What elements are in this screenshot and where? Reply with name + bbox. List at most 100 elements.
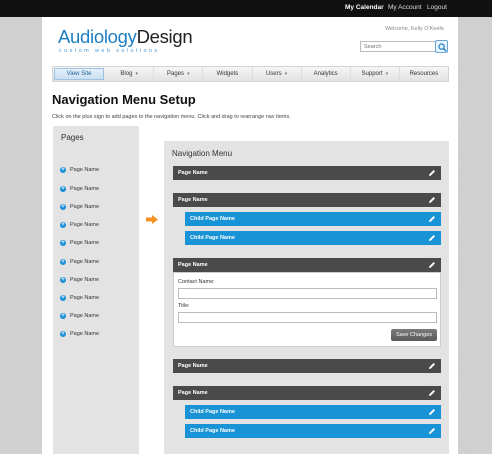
logo[interactable]: AudiologyDesign [58,26,193,47]
nav-menu-item[interactable]: Page Name [173,258,441,272]
nav-menu-item-label: Page Name [178,170,208,176]
nav-item-label: Users [265,71,282,77]
page-list-item: + Page Name [60,275,99,285]
chevron-down-icon: ▾ [385,71,389,77]
page-list-item-label: Page Name [70,331,100,337]
add-page-icon[interactable]: + [60,277,66,283]
add-page-icon[interactable]: + [60,240,66,246]
nav-menu-item-label: Page Name [178,262,208,268]
page-list-item: + Page Name [60,184,99,194]
my-calendar-link[interactable]: My Calendar [345,4,384,11]
page-list-item-label: Page Name [70,259,100,265]
page-list-item-label: Page Name [70,277,100,283]
page-list-item: + Page Name [60,165,99,175]
nav-item-label: Pages [167,71,185,77]
nav-item-pages[interactable]: Pages ▾ [154,67,204,81]
pencil-icon[interactable] [428,261,436,269]
page-list-item: + Page Name [60,202,99,212]
nav-item-label: Resources [409,71,439,77]
pencil-icon[interactable] [428,234,436,242]
add-page-icon[interactable]: + [60,222,66,228]
nav-menu-item-label: Child Page Name [190,409,235,415]
logo-part-1: Audiology [58,26,137,47]
page-list-item-label: Page Name [70,204,100,210]
page-list-item-label: Page Name [70,222,100,228]
pencil-icon[interactable] [428,362,436,370]
chevron-down-icon: ▾ [135,71,138,77]
add-page-icon[interactable]: + [60,167,66,173]
contact-name-input[interactable] [178,288,437,299]
nav-item-edit-form: Contact Name: Title: Save Changes [173,272,441,347]
nav-item-label: Widgets [216,71,239,77]
nav-item-resources[interactable]: Resources [400,67,448,81]
nav-item-analytics[interactable]: Analytics [302,67,351,81]
nav-child-item[interactable]: Child Page Name [185,231,441,245]
pencil-icon[interactable] [428,215,436,223]
page-list-item-label: Page Name [70,186,100,192]
page-list-item-label: Page Name [70,240,100,246]
nav-menu-item-label: Child Page Name [190,235,235,241]
top-bar: My Calendar My Account Logout [0,0,492,17]
add-page-icon[interactable]: + [60,204,66,210]
nav-item-users[interactable]: Users ▾ [253,67,302,81]
chevron-down-icon: ▾ [284,71,288,77]
search-icon [438,43,447,52]
search-input[interactable] [360,41,436,52]
page-title: Navigation Menu Setup [52,92,196,107]
add-page-icon[interactable]: + [60,331,66,337]
page-list-item: + Page Name [60,238,99,248]
nav-item-label: View Site [66,71,92,77]
pencil-icon[interactable] [428,196,436,204]
page-list-item-label: Page Name [70,295,100,301]
pencil-icon[interactable] [428,408,436,416]
add-page-icon[interactable]: + [60,295,66,301]
chevron-down-icon: ▾ [187,71,190,77]
nav-menu-item[interactable]: Page Name [173,359,441,373]
nav-item-support[interactable]: Support ▾ [351,67,400,81]
nav-menu-item[interactable]: Page Name [173,166,441,180]
instructions: Click on the plus sign to add pages to t… [52,114,291,120]
save-changes-button[interactable]: Save Changes [391,329,437,341]
page-list-item: + Page Name [60,311,99,321]
nav-child-item[interactable]: Child Page Name [185,212,441,226]
logout-link[interactable]: Logout [427,4,447,11]
nav-item-widgets[interactable]: Widgets [203,67,253,81]
page-list-item-label: Page Name [70,167,100,173]
main-nav: View Site Blog ▾ Pages ▾ Widgets Users ▾ Analyti… [52,66,449,82]
nav-menu-item-label: Page Name [178,197,208,203]
add-page-icon[interactable]: + [60,313,66,319]
nav-menu-item[interactable]: Page Name [173,386,441,400]
welcome-text: Welcome, Kelly O'Keefe [384,26,444,32]
page-list-item: + Page Name [60,293,99,303]
nav-child-item[interactable]: Child Page Name [185,405,441,419]
arrow-right-icon [146,215,158,224]
pencil-icon[interactable] [428,389,436,397]
nav-item-view-site[interactable]: View Site [54,68,105,80]
page-container: AudiologyDesign custom web solutions Wel… [42,17,458,454]
search-button[interactable] [435,40,448,53]
nav-menu-item-label: Page Name [178,363,208,369]
title-input[interactable] [178,312,437,323]
logo-tagline: custom web solutions [59,48,160,54]
add-page-icon[interactable]: + [60,186,66,192]
logo-part-2: Design [136,26,193,47]
nav-menu-item[interactable]: Page Name [173,193,441,207]
pencil-icon[interactable] [428,427,436,435]
title-label: Title: [178,303,190,309]
navigation-menu-heading: Navigation Menu [172,149,233,158]
my-account-link[interactable]: My Account [388,4,422,11]
page-list-item: + Page Name [60,257,99,267]
nav-item-label: Analytics [313,71,338,77]
contact-name-label: Contact Name: [178,279,215,285]
nav-menu-item-label: Page Name [178,390,208,396]
nav-menu-item-label: Child Page Name [190,428,235,434]
navigation-menu-panel: Navigation Menu Contact Name: Title: Sav… [164,141,449,454]
nav-item-blog[interactable]: Blog ▾ [105,67,155,81]
pages-heading: Pages [61,133,84,142]
nav-child-item[interactable]: Child Page Name [185,424,441,438]
page-list-item: + Page Name [60,329,99,339]
pages-panel: Pages + Page Name + Page Name + Page Name + Pag… [53,126,139,454]
nav-menu-item-label: Child Page Name [190,216,235,222]
pencil-icon[interactable] [428,169,436,177]
add-page-icon[interactable]: + [60,259,66,265]
